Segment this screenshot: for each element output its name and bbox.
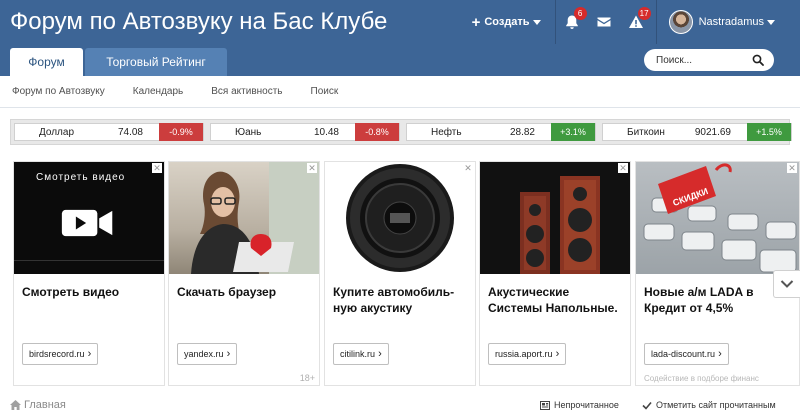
- newspaper-icon: [540, 400, 550, 410]
- ticker-value: 9021.69: [694, 127, 731, 138]
- ad-link-button[interactable]: yandex.ru: [177, 343, 238, 365]
- ticker-value: 28.82: [509, 127, 535, 138]
- currency-ticker: Доллар 74.08 -0.9% Юань 10.48 -0.8% Нефт…: [10, 119, 792, 145]
- close-icon[interactable]: ✕: [618, 163, 628, 173]
- ad-title: Новые а/м LADA в Кредит от 4,5%: [644, 285, 754, 315]
- ad-title: Скачать браузер: [177, 285, 277, 299]
- envelope-icon: [597, 17, 611, 27]
- chevron-down-icon: [532, 19, 541, 25]
- notices-badge: 17: [637, 7, 651, 20]
- ad-image-caption: Смотреть видео: [36, 172, 126, 183]
- breadcrumb-home[interactable]: Главная: [10, 399, 66, 411]
- close-icon[interactable]: ✕: [787, 163, 797, 173]
- ticker-name: Доллар: [39, 127, 75, 138]
- scroll-down-button[interactable]: [773, 270, 800, 298]
- close-icon[interactable]: ✕: [307, 163, 317, 173]
- ad-link-button[interactable]: lada-discount.ru: [644, 343, 729, 365]
- ticker-item: Доллар 74.08 -0.9%: [14, 123, 204, 141]
- plus-icon: +: [471, 13, 481, 31]
- ad-disclaimer: Содействие в подборе финанс: [644, 374, 759, 383]
- subnav-forum[interactable]: Форум по Автозвуку: [12, 86, 105, 97]
- ad-image: Смотреть видео: [14, 162, 164, 274]
- notices-button[interactable]: 17: [620, 0, 652, 44]
- ad-image: СКИДКИ: [636, 162, 799, 274]
- mark-read-link[interactable]: Отметить сайт прочитанным: [642, 400, 776, 410]
- site-header: Форум по Автозвуку на Бас Клубе + Создат…: [0, 0, 800, 76]
- search-box: [644, 49, 774, 71]
- messages-button[interactable]: [588, 0, 620, 44]
- ticker-name: Юань: [235, 127, 262, 138]
- ticker-name: Нефть: [431, 127, 462, 138]
- ticker-name: Биткоин: [627, 127, 665, 138]
- ad-title: Акустические Системы Напольные.: [488, 285, 618, 315]
- close-icon[interactable]: ✕: [152, 163, 162, 173]
- close-icon[interactable]: ✕: [463, 163, 473, 173]
- floor-speakers-image: [520, 176, 600, 274]
- subnav-calendar[interactable]: Календарь: [133, 86, 183, 97]
- breadcrumb-home-label: Главная: [24, 399, 66, 411]
- ticker-change: -0.8%: [355, 123, 399, 141]
- video-camera-icon: [61, 209, 113, 237]
- ad-title: Купите автомобиль-ную акустику: [333, 285, 455, 315]
- ad-link-button[interactable]: birdsrecord.ru: [22, 343, 99, 365]
- cars-image: [643, 163, 797, 273]
- header-toolbar: + Создать 6 17 Nastradamus: [462, 0, 800, 44]
- subwoofer-image: [346, 164, 454, 272]
- subnav-search[interactable]: Поиск: [311, 86, 339, 97]
- ad-image: [480, 162, 630, 274]
- alerts-badge: 6: [573, 7, 587, 20]
- username: Nastradamus: [698, 16, 764, 28]
- ticker-change: +1.5%: [747, 123, 791, 141]
- unread-link[interactable]: Непрочитанное: [540, 400, 619, 410]
- chevron-down-icon: [767, 19, 775, 25]
- person-with-laptop-image: [191, 162, 319, 274]
- unread-label: Непрочитанное: [554, 400, 619, 410]
- ticker-item: Биткоин 9021.69 +1.5%: [602, 123, 792, 141]
- ad-card[interactable]: ✕ Акустические Системы Напольные. russia…: [479, 161, 631, 386]
- ad-link-button[interactable]: russia.aport.ru: [488, 343, 567, 365]
- ad-card[interactable]: Смотреть видео ✕ Смотреть видео birdsrec…: [13, 161, 165, 386]
- mark-read-label: Отметить сайт прочитанным: [656, 400, 776, 410]
- ad-title: Смотреть видео: [22, 285, 120, 299]
- alerts-button[interactable]: 6: [556, 0, 588, 44]
- tab-forum[interactable]: Форум: [10, 48, 83, 76]
- age-rating: 18+: [299, 373, 315, 383]
- ticker-change: -0.9%: [159, 123, 203, 141]
- avatar: [668, 10, 693, 34]
- ad-link-button[interactable]: citilink.ru: [333, 343, 389, 365]
- user-menu[interactable]: Nastradamus: [655, 0, 800, 44]
- ad-image: [169, 162, 319, 274]
- home-icon: [10, 400, 21, 410]
- ad-card[interactable]: ✕ Купите автомобиль-ную акустику citilin…: [324, 161, 476, 386]
- site-title[interactable]: Форум по Автозвуку на Бас Клубе: [10, 8, 387, 36]
- breadcrumb-footer: Главная Непрочитанное Отметить сайт проч…: [0, 396, 800, 418]
- ad-card[interactable]: ✕ Скачать браузер yandex.ru 18+: [168, 161, 320, 386]
- chevron-down-icon: [780, 280, 794, 288]
- ticker-change: +3.1%: [551, 123, 595, 141]
- ticker-item: Нефть 28.82 +3.1%: [406, 123, 596, 141]
- ad-image: [325, 162, 475, 274]
- tab-trade-rating[interactable]: Торговый Рейтинг: [85, 48, 227, 76]
- create-button[interactable]: + Создать: [462, 0, 556, 44]
- ticker-item: Юань 10.48 -0.8%: [210, 123, 400, 141]
- subnav-activity[interactable]: Вся активность: [211, 86, 282, 97]
- sub-navigation: Форум по Автозвуку Календарь Вся активно…: [0, 76, 800, 108]
- check-icon: [642, 401, 652, 410]
- search-icon[interactable]: [752, 54, 764, 66]
- ticker-value: 10.48: [313, 127, 339, 138]
- ticker-value: 74.08: [117, 127, 143, 138]
- create-label: Создать: [484, 16, 530, 28]
- search-input[interactable]: [656, 54, 752, 66]
